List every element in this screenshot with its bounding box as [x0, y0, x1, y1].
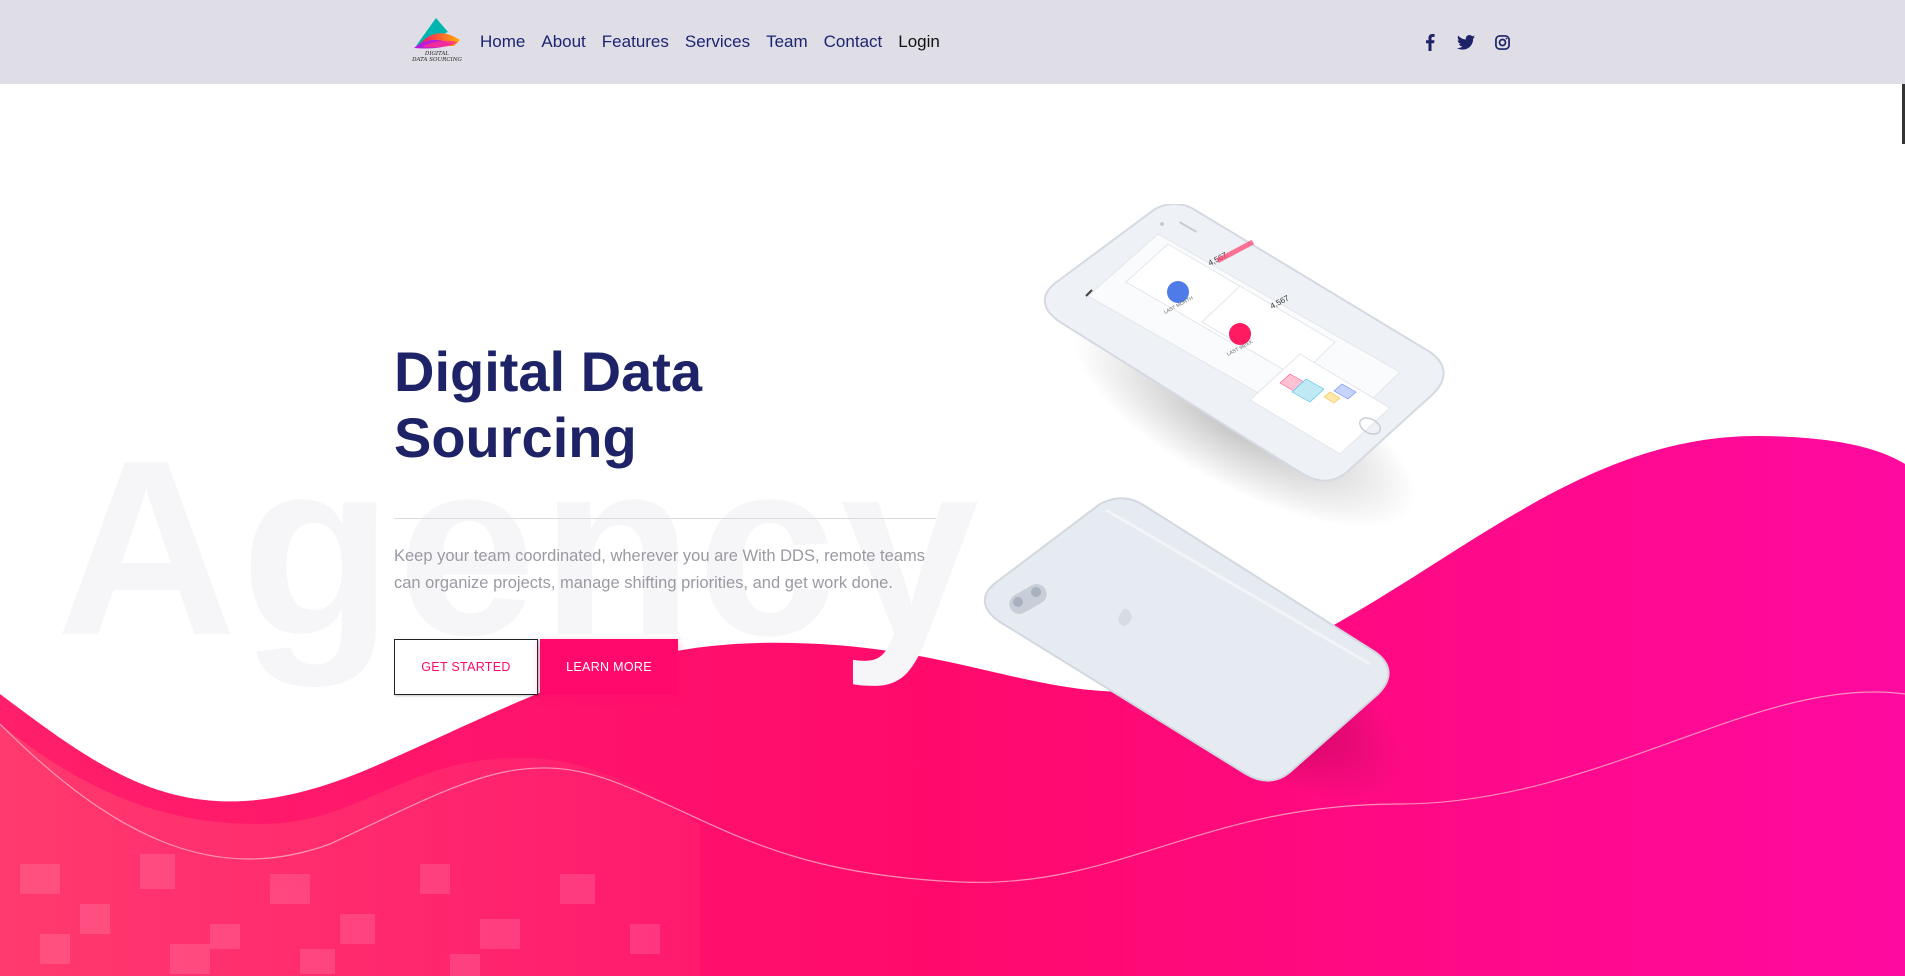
social-links [1412, 28, 1520, 56]
nav-team[interactable]: Team [766, 32, 808, 52]
brand-logo[interactable]: DIGITAL DATA SOURCING [408, 14, 466, 68]
nav-home[interactable]: Home [480, 32, 525, 52]
hero-description: Keep your team coordinated, wherever you… [394, 547, 925, 592]
logo-mark-icon [414, 18, 460, 49]
nav-contact[interactable]: Contact [824, 32, 883, 52]
twitter-icon[interactable] [1448, 28, 1484, 56]
logo-text: DIGITAL DATA SOURCING [412, 51, 462, 63]
nav-features[interactable]: Features [602, 32, 669, 52]
get-started-button[interactable]: GET STARTED [394, 639, 538, 695]
main-nav: Home About Features Services Team Contac… [480, 0, 956, 84]
navbar: DIGITAL DATA SOURCING Home About Feature… [0, 0, 1905, 84]
instagram-icon[interactable] [1484, 28, 1520, 56]
nav-about[interactable]: About [541, 32, 585, 52]
nav-services[interactable]: Services [685, 32, 750, 52]
hero-section: Agency Digital Data Sourcing Keep your t… [0, 84, 1905, 976]
hero-title: Digital Data Sourcing [394, 340, 703, 469]
nav-login[interactable]: Login [898, 32, 940, 52]
hero-divider [394, 518, 936, 519]
learn-more-button[interactable]: LEARN MORE [540, 639, 678, 695]
facebook-icon[interactable] [1412, 28, 1448, 56]
phone-mockup-illustration: 4,567 LAST MONTH 4,567 LAST WEEK [984, 204, 1445, 800]
phone-back [984, 497, 1390, 782]
